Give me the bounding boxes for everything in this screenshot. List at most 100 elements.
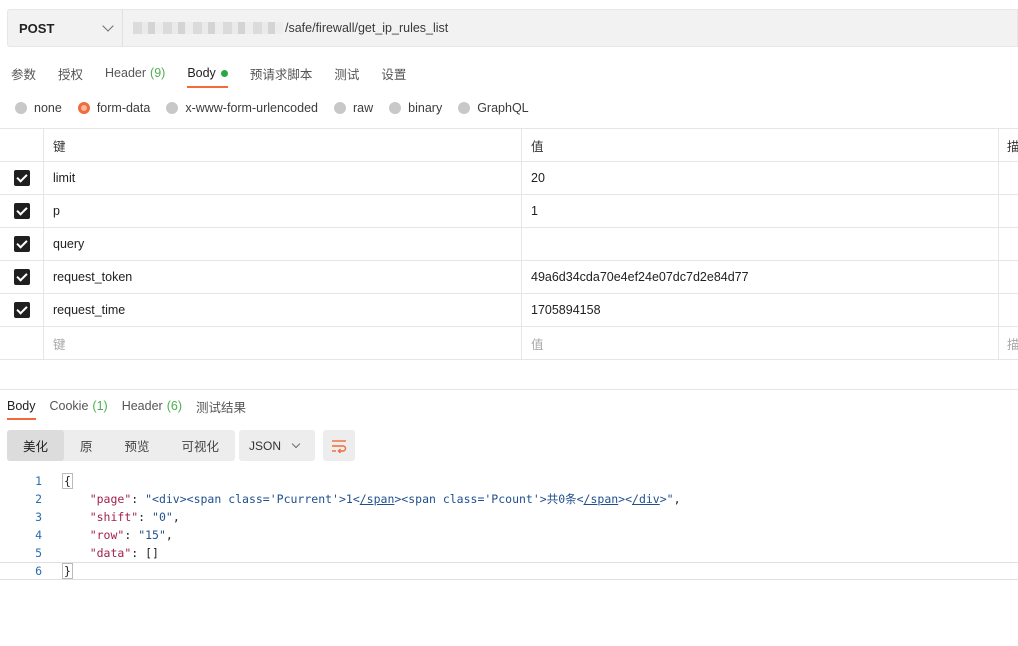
request-tabs: 参数 授权 Header (9) Body 预请求脚本 测试 设置 — [0, 58, 417, 88]
key-cell[interactable]: p — [44, 195, 522, 227]
tab-count: (9) — [150, 66, 166, 80]
checkbox[interactable] — [13, 203, 30, 219]
response-divider[interactable] — [0, 389, 1018, 390]
table-row: limit 20 — [0, 162, 1018, 195]
radio-form-data[interactable]: form-data — [77, 101, 151, 115]
view-pretty-button[interactable]: 美化 — [7, 430, 65, 461]
tab-auth[interactable]: 授权 — [47, 58, 94, 88]
wrap-lines-button[interactable] — [323, 430, 355, 461]
radio-urlencoded[interactable]: x-www-form-urlencoded — [166, 101, 318, 115]
tab-label: Header — [105, 66, 147, 80]
value-cell[interactable]: 20 — [522, 162, 999, 194]
tab-label: 设置 — [381, 67, 407, 82]
response-tab-body[interactable]: Body — [0, 392, 43, 420]
radio-label: x-www-form-urlencoded — [185, 101, 318, 115]
code-text: "row": "15", — [89, 528, 173, 542]
radio-checked-icon — [77, 102, 90, 114]
json-key: "page" — [89, 492, 132, 506]
key-cell[interactable]: request_time — [44, 294, 522, 326]
table-row: request_time 1705894158 — [0, 294, 1018, 327]
json-key: "data" — [89, 546, 132, 560]
description-cell[interactable] — [999, 228, 1018, 260]
brace: { — [62, 473, 73, 489]
tab-label: Cookie — [49, 399, 89, 413]
radio-graphql[interactable]: GraphQL — [458, 101, 529, 115]
tab-pre-request-script[interactable]: 预请求脚本 — [239, 58, 324, 88]
tab-label: 测试结果 — [195, 400, 246, 415]
header-checkbox-cell — [0, 129, 44, 161]
key-cell[interactable]: request_token — [44, 261, 522, 293]
new-row: 键 值 描 — [0, 327, 1018, 360]
checkbox-cell — [0, 228, 44, 260]
view-mode-group: 美化 原 预览 可视化 — [7, 430, 236, 461]
radio-icon — [389, 102, 402, 114]
radio-raw[interactable]: raw — [334, 101, 373, 115]
tab-tests[interactable]: 测试 — [323, 58, 370, 88]
json-string: "15" — [138, 528, 166, 542]
checkbox[interactable] — [13, 236, 30, 252]
radio-label: raw — [353, 101, 374, 115]
radio-none[interactable]: none — [15, 101, 62, 115]
format-select[interactable]: JSON — [239, 430, 315, 461]
new-key-input[interactable]: 键 — [44, 327, 522, 359]
checkbox-cell — [0, 195, 44, 227]
radio-icon — [334, 102, 346, 114]
code-line: 5 "data": [] — [0, 544, 1018, 562]
url-path: /safe/firewall/get_ip_rules_list — [285, 21, 449, 35]
new-value-input[interactable]: 值 — [522, 327, 999, 359]
checkbox-cell — [0, 327, 44, 359]
json-array: [] — [145, 546, 159, 560]
tab-label: 参数 — [11, 67, 37, 82]
table-header-row: 键 值 描 — [0, 129, 1018, 162]
value-cell[interactable] — [522, 228, 999, 260]
checkbox-cell — [0, 294, 44, 326]
response-tab-cookies[interactable]: Cookie (1) — [43, 392, 115, 420]
radio-label: form-data — [96, 101, 151, 115]
chevron-down-icon — [291, 439, 301, 449]
code-text: "page": "<div><span class='Pcurrent'>1</… — [89, 492, 681, 506]
checkbox[interactable] — [13, 269, 30, 285]
checkbox-cell — [0, 261, 44, 293]
value-cell[interactable]: 1705894158 — [522, 294, 999, 326]
code-text: { — [62, 473, 73, 489]
response-tab-headers[interactable]: Header (6) — [115, 392, 189, 420]
key-cell[interactable]: query — [44, 228, 522, 260]
code-line: 6 } — [0, 562, 1018, 580]
tab-params[interactable]: 参数 — [0, 58, 47, 88]
url-input[interactable]: /safe/firewall/get_ip_rules_list — [123, 21, 448, 35]
line-number: 1 — [35, 474, 42, 488]
radio-label: GraphQL — [477, 101, 529, 115]
description-cell[interactable] — [999, 195, 1018, 227]
tab-settings[interactable]: 设置 — [370, 58, 417, 88]
value-cell[interactable]: 49a6d34cda70e4ef24e07dc7d2e84d77 — [522, 261, 999, 293]
description-cell[interactable] — [999, 162, 1018, 194]
view-preview-button[interactable]: 预览 — [109, 430, 166, 461]
method-select[interactable]: POST — [8, 10, 123, 46]
table-row: query — [0, 228, 1018, 261]
line-number: 4 — [35, 528, 42, 542]
response-body-viewer[interactable]: 1 { 2 "page": "<div><span class='Pcurren… — [0, 472, 1018, 580]
brace: } — [62, 563, 73, 579]
new-description-input[interactable]: 描 — [999, 327, 1018, 359]
description-cell[interactable] — [999, 294, 1018, 326]
checkbox[interactable] — [13, 170, 30, 186]
tab-headers[interactable]: Header (9) — [94, 58, 176, 88]
tab-body[interactable]: Body — [176, 58, 239, 88]
key-cell[interactable]: limit — [44, 162, 522, 194]
radio-icon — [15, 102, 27, 114]
tab-label: Body — [7, 399, 36, 413]
json-string: >< — [618, 492, 633, 506]
response-tab-test-results[interactable]: 测试结果 — [189, 392, 253, 420]
tab-label: 预请求脚本 — [249, 67, 313, 82]
tab-label: Body — [187, 66, 216, 80]
view-visualize-button[interactable]: 可视化 — [166, 430, 236, 461]
checkbox[interactable] — [13, 302, 30, 318]
code-text: } — [62, 563, 73, 579]
view-raw-button[interactable]: 原 — [64, 430, 109, 461]
description-cell[interactable] — [999, 261, 1018, 293]
response-tabs: Body Cookie (1) Header (6) 测试结果 — [0, 392, 253, 420]
line-number: 5 — [35, 546, 42, 560]
radio-binary[interactable]: binary — [389, 101, 442, 115]
header-key: 键 — [44, 129, 522, 161]
value-cell[interactable]: 1 — [522, 195, 999, 227]
